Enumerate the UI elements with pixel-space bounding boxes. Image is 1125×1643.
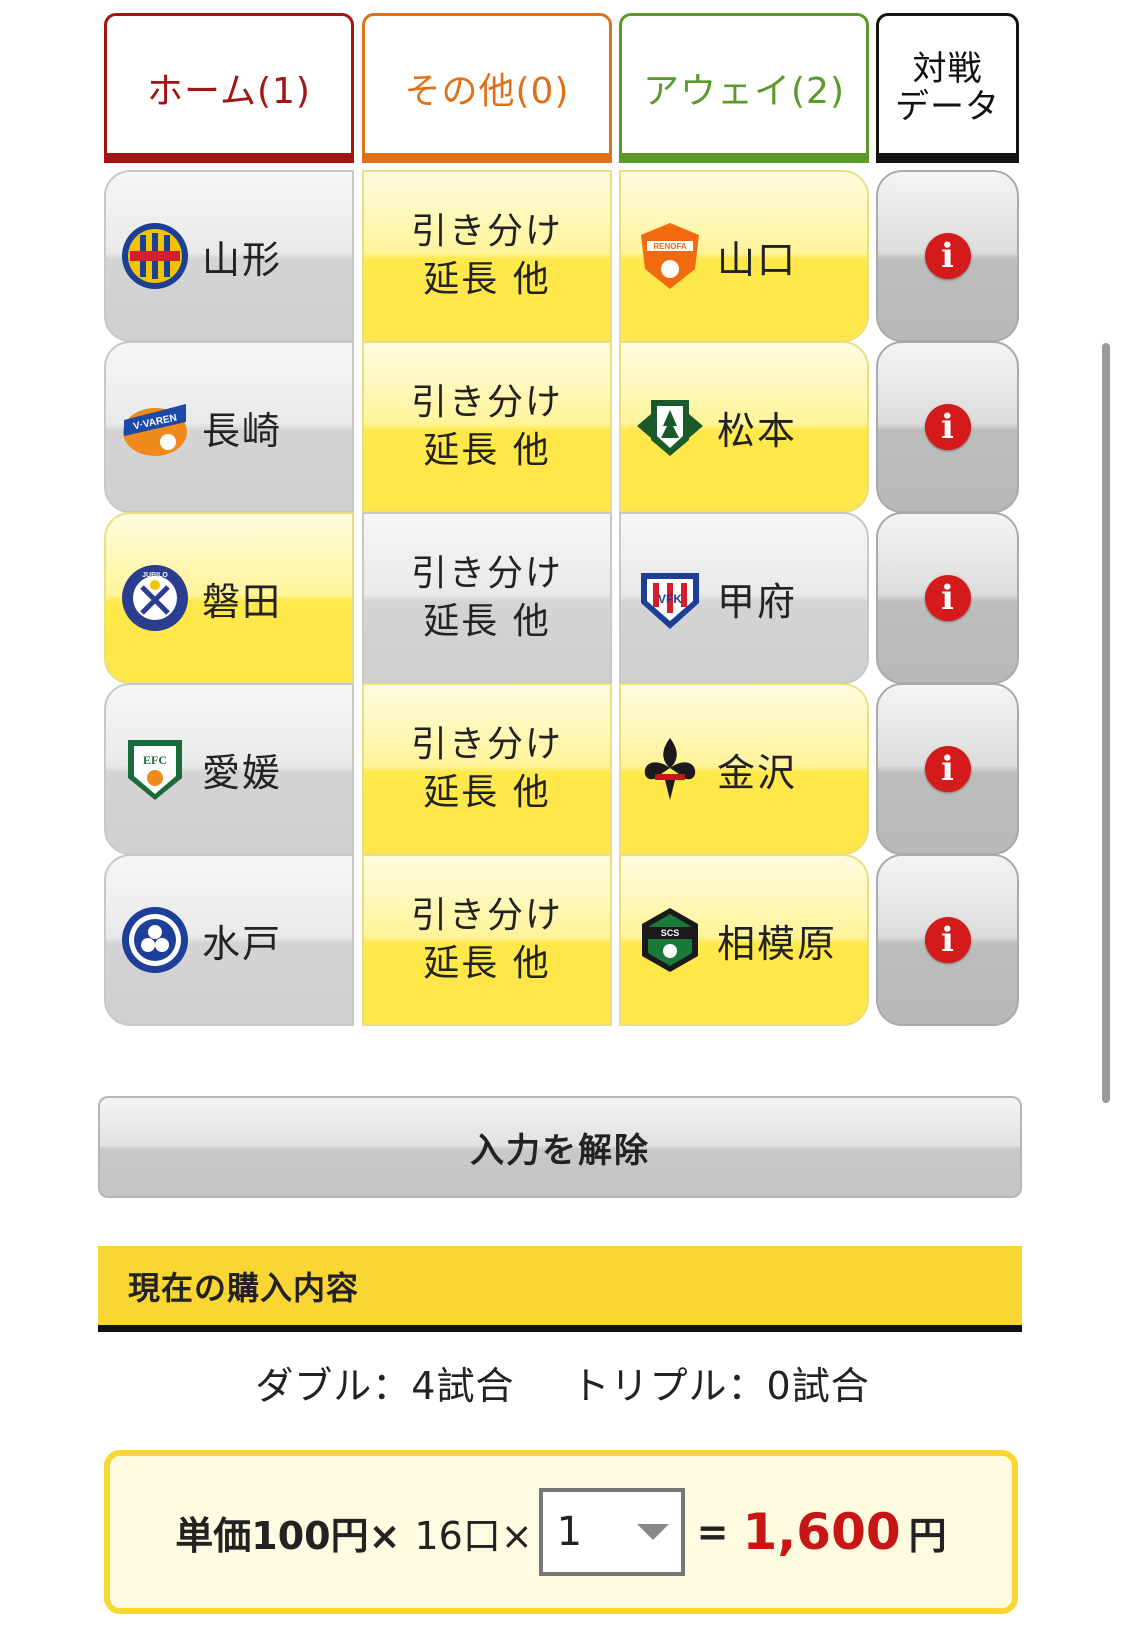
units-count: 16口× [414, 1513, 533, 1558]
info-icon: i [924, 233, 971, 279]
away-pick-kanazawa[interactable]: 金沢 [619, 683, 869, 855]
away-team-name: 松本 [717, 408, 798, 453]
match-info-button-4[interactable]: i [876, 683, 1019, 855]
purchase-section-header: 現在の購入内容 [98, 1246, 1022, 1332]
away-pick-matsumoto[interactable]: 松本 [619, 341, 869, 513]
ehime-fc-crest-icon: EFC [128, 740, 182, 800]
ventforet-kofu-crest-icon: VFK [641, 573, 699, 629]
match-board: ホーム(1) その他(0) アウェイ(2) 対戦 データ 山形 引き分け 延長 … [0, 0, 1125, 1643]
away-team-name: 山口 [717, 237, 798, 282]
tab-away-label: アウェイ(2) [643, 71, 845, 112]
match-info-button-5[interactable]: i [876, 854, 1019, 1026]
other-pick-label: 引き分け 延長 他 [410, 382, 563, 471]
home-team-name: 磐田 [202, 579, 283, 624]
home-team-name: 愛媛 [202, 750, 283, 795]
home-pick-mito[interactable]: 水戸 [104, 854, 354, 1026]
home-team-name: 長崎 [202, 408, 283, 453]
tab-other-label: その他(0) [404, 71, 570, 112]
match-info-button-2[interactable]: i [876, 341, 1019, 513]
match-counts: ダブル：4試合 トリプル：0試合 [0, 1355, 1125, 1410]
home-pick-ehime[interactable]: EFC 愛媛 [104, 683, 354, 855]
away-pick-kofu[interactable]: VFK 甲府 [619, 512, 869, 684]
info-icon: i [924, 917, 971, 963]
away-pick-yamaguchi[interactable]: RENOFA 山口 [619, 170, 869, 342]
home-pick-iwata[interactable]: JUBILO 磐田 [104, 512, 354, 684]
other-pick-5[interactable]: 引き分け 延長 他 [362, 854, 612, 1026]
clear-input-button[interactable]: 入力を解除 [98, 1096, 1022, 1198]
purchase-section-title: 現在の購入内容 [128, 1268, 360, 1307]
info-icon: i [924, 575, 971, 621]
away-pick-sagamihara[interactable]: SCS 相模原 [619, 854, 869, 1026]
montedio-yamagata-crest-icon [122, 223, 188, 289]
other-pick-3[interactable]: 引き分け 延長 他 [362, 512, 612, 684]
total-price: 1,600 [742, 1503, 901, 1561]
renofa-lettering: RENOFA [653, 242, 687, 251]
zweigen-kanazawa-crest-icon [644, 738, 696, 800]
tab-match-data[interactable]: 対戦 データ [876, 13, 1019, 163]
yen-unit: 円 [908, 1513, 947, 1558]
v-varen-nagasaki-crest-icon: V·VAREN [123, 404, 187, 456]
price-summary: 単価100円× 16口× 1 = 1,600 円 [104, 1450, 1018, 1614]
match-row-2: V·VAREN 長崎 引き分け 延長 他 松本 i [104, 341, 1019, 513]
match-info-button-3[interactable]: i [876, 512, 1019, 684]
away-team-name: 金沢 [717, 750, 798, 795]
vertical-scrollbar[interactable] [1102, 343, 1110, 1103]
info-icon: i [924, 746, 971, 792]
other-pick-1[interactable]: 引き分け 延長 他 [362, 170, 612, 342]
efc-lettering: EFC [143, 753, 167, 767]
vfk-lettering: VFK [658, 592, 682, 606]
away-team-name: 相模原 [717, 921, 838, 966]
home-pick-nagasaki[interactable]: V·VAREN 長崎 [104, 341, 354, 513]
match-row-4: EFC 愛媛 引き分け 延長 他 金沢 i [104, 683, 1019, 855]
info-icon: i [924, 404, 971, 450]
other-pick-label: 引き分け 延長 他 [410, 724, 563, 813]
scs-lettering: SCS [661, 928, 680, 938]
tab-match-data-label: 対戦 データ [895, 49, 1000, 127]
home-pick-yamagata[interactable]: 山形 [104, 170, 354, 342]
other-pick-label: 引き分け 延長 他 [410, 553, 563, 642]
multiplier-value: 1 [556, 1509, 583, 1555]
match-row-3: JUBILO 磐田 引き分け 延長 他 VFK 甲府 i [104, 512, 1019, 684]
tab-home[interactable]: ホーム(1) [104, 13, 354, 163]
match-row-5: 水戸 引き分け 延長 他 SCS 相模原 i [104, 854, 1019, 1026]
other-pick-label: 引き分け 延長 他 [410, 895, 563, 984]
clear-input-label: 入力を解除 [470, 1130, 650, 1171]
sc-sagamihara-crest-icon: SCS [642, 908, 698, 972]
multiplier-select[interactable]: 1 [538, 1488, 685, 1576]
chevron-down-icon [636, 1524, 669, 1540]
jubilo-lettering: JUBILO [142, 572, 168, 579]
jubilo-iwata-crest-icon: JUBILO [122, 565, 188, 631]
other-pick-2[interactable]: 引き分け 延長 他 [362, 341, 612, 513]
match-info-button-1[interactable]: i [876, 170, 1019, 342]
tab-other[interactable]: その他(0) [362, 13, 612, 163]
unit-price: 単価100円× [175, 1513, 401, 1558]
tab-home-label: ホーム(1) [147, 71, 311, 112]
home-team-name: 山形 [202, 237, 283, 282]
double-count: ダブル：4試合 [255, 1364, 515, 1408]
mito-hollyhock-crest-icon [122, 907, 188, 973]
home-team-name: 水戸 [202, 921, 283, 966]
tab-away[interactable]: アウェイ(2) [619, 13, 869, 163]
triple-count: トリプル：0試合 [571, 1364, 870, 1408]
renofa-yamaguchi-crest-icon: RENOFA [641, 223, 699, 289]
match-row-1: 山形 引き分け 延長 他 RENOFA 山口 i [104, 170, 1019, 342]
matsumoto-yamaga-crest-icon [637, 400, 703, 456]
other-pick-label: 引き分け 延長 他 [410, 211, 563, 300]
other-pick-4[interactable]: 引き分け 延長 他 [362, 683, 612, 855]
equals-sign: = [696, 1510, 729, 1554]
away-team-name: 甲府 [717, 579, 798, 624]
